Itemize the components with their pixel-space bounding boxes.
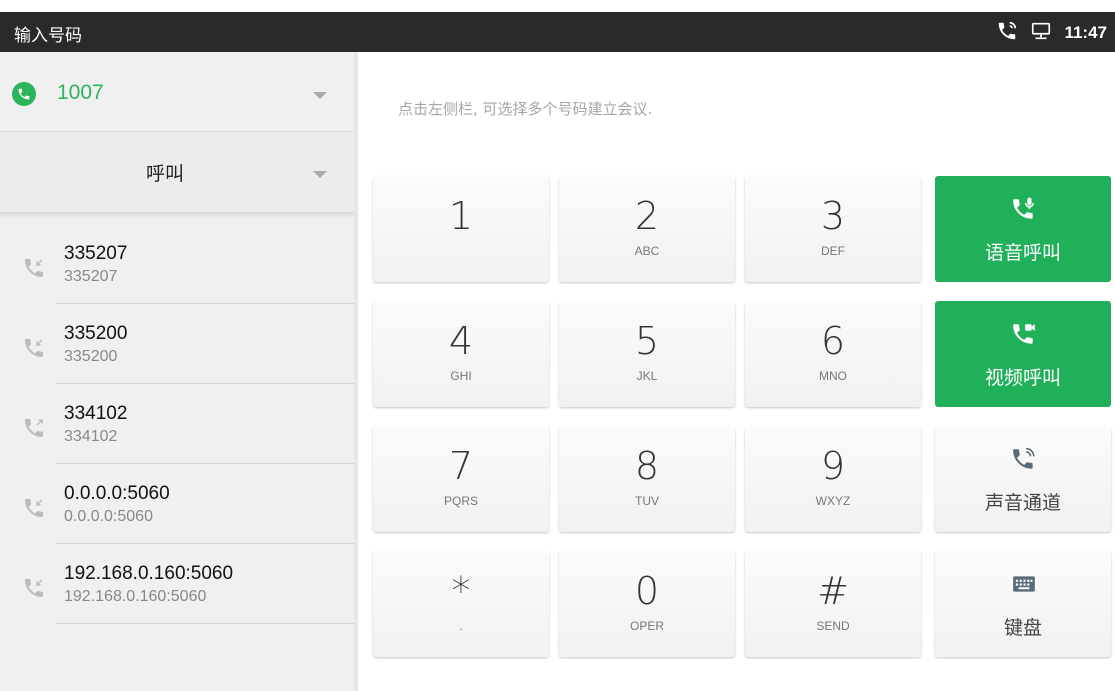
key-digit: 1 xyxy=(448,194,474,238)
key-letters: GHI xyxy=(450,369,472,383)
key-letters: PQRS xyxy=(443,494,478,508)
contact-name: 335200 xyxy=(64,323,128,344)
account-number: 1007 xyxy=(57,81,104,104)
key-0[interactable]: 0 OPER xyxy=(559,551,735,657)
key-digit: 6 xyxy=(820,319,846,363)
key-digit: * xyxy=(451,569,471,613)
key-2[interactable]: 2 ABC xyxy=(559,176,735,282)
key-star[interactable]: * . xyxy=(373,551,549,657)
key-digit: 5 xyxy=(634,319,660,363)
key-digit: # xyxy=(817,569,849,613)
contact-name: 334102 xyxy=(64,403,128,424)
key-6[interactable]: 6 MNO xyxy=(745,301,921,407)
call-mode-label: 呼叫 xyxy=(145,163,184,185)
chevron-down-icon xyxy=(313,92,327,99)
key-3[interactable]: 3 DEF xyxy=(745,176,921,282)
call-active-icon xyxy=(996,20,1018,46)
video-call-icon xyxy=(1011,321,1035,345)
video-call-label: 视频呼叫 xyxy=(984,367,1061,389)
call-mode-selector[interactable]: 呼叫 xyxy=(0,133,354,213)
key-digit: 3 xyxy=(820,194,846,238)
key-letters: ABC xyxy=(634,244,660,258)
voice-call-label: 语音呼叫 xyxy=(984,242,1061,264)
keyboard-label: 键盘 xyxy=(1003,617,1042,639)
contact-number: 334102 xyxy=(64,428,118,445)
key-letters: . xyxy=(459,619,463,633)
page-title: 输入号码 xyxy=(14,26,82,46)
status-icons: 11:47 xyxy=(996,20,1107,46)
contact-number: 0.0.0.0:5060 xyxy=(64,508,153,525)
phone-icon xyxy=(12,82,36,106)
key-digit: 7 xyxy=(448,444,474,488)
key-letters: OPER xyxy=(629,619,664,633)
key-digit: 0 xyxy=(634,569,660,613)
contact-name: 335207 xyxy=(64,243,128,264)
key-letters: DEF xyxy=(821,244,845,258)
keyboard-icon xyxy=(1011,571,1035,595)
account-selector[interactable]: 1007 xyxy=(0,52,354,132)
status-bar: 输入号码 11:47 xyxy=(0,12,1115,52)
audio-channel-button[interactable]: 声音通道 xyxy=(935,426,1111,532)
conference-hint: 点击左侧栏, 可选择多个号码建立会议. xyxy=(398,100,653,118)
clock: 11:47 xyxy=(1064,23,1107,42)
key-8[interactable]: 8 TUV xyxy=(559,426,735,532)
audio-channel-label: 声音通道 xyxy=(984,492,1061,514)
key-4[interactable]: 4 GHI xyxy=(373,301,549,407)
list-item[interactable]: 0.0.0.0:5060 0.0.0.0:5060 xyxy=(0,464,354,544)
contact-name: 0.0.0.0:5060 xyxy=(64,483,170,504)
contact-number: 192.168.0.160:5060 xyxy=(64,588,207,605)
key-hash[interactable]: # SEND xyxy=(745,551,921,657)
incoming-call-icon xyxy=(22,496,46,520)
key-5[interactable]: 5 JKL xyxy=(559,301,735,407)
video-call-button[interactable]: 视频呼叫 xyxy=(935,301,1111,407)
key-letters: JKL xyxy=(636,369,658,383)
voice-call-icon xyxy=(1011,196,1035,220)
key-letters: TUV xyxy=(635,494,659,508)
list-item[interactable]: 192.168.0.160:5060 192.168.0.160:5060 xyxy=(0,544,354,624)
list-item[interactable]: 334102 334102 xyxy=(0,384,354,464)
key-1[interactable]: 1 xyxy=(373,176,549,282)
incoming-call-icon xyxy=(22,576,46,600)
network-icon xyxy=(1030,20,1052,46)
speaker-phone-icon xyxy=(1011,446,1035,470)
key-7[interactable]: 7 PQRS xyxy=(373,426,549,532)
voice-call-button[interactable]: 语音呼叫 xyxy=(935,176,1111,282)
list-item[interactable]: 335200 335200 xyxy=(0,304,354,384)
contact-name: 192.168.0.160:5060 xyxy=(64,563,234,584)
call-history-list: 335207 335207 335200 335200 334102 33410… xyxy=(0,224,354,624)
key-letters: WXYZ xyxy=(815,494,851,508)
key-digit: 9 xyxy=(820,444,846,488)
keyboard-button[interactable]: 键盘 xyxy=(935,551,1111,657)
key-letters: MNO xyxy=(819,369,847,383)
key-digit: 8 xyxy=(634,444,660,488)
list-item[interactable]: 335207 335207 xyxy=(0,224,354,304)
divider xyxy=(56,623,354,624)
panel-divider xyxy=(354,52,358,691)
contact-number: 335200 xyxy=(64,348,118,365)
key-digit: 2 xyxy=(634,194,660,238)
key-9[interactable]: 9 WXYZ xyxy=(745,426,921,532)
incoming-call-icon xyxy=(22,336,46,360)
left-panel: 1007 呼叫 335207 335207 335200 335200 3341… xyxy=(0,52,354,691)
outgoing-call-icon xyxy=(22,416,46,440)
contact-number: 335207 xyxy=(64,268,118,285)
key-letters: SEND xyxy=(816,619,850,633)
key-digit: 4 xyxy=(448,319,474,363)
incoming-call-icon xyxy=(22,256,46,280)
chevron-down-icon xyxy=(313,171,327,178)
